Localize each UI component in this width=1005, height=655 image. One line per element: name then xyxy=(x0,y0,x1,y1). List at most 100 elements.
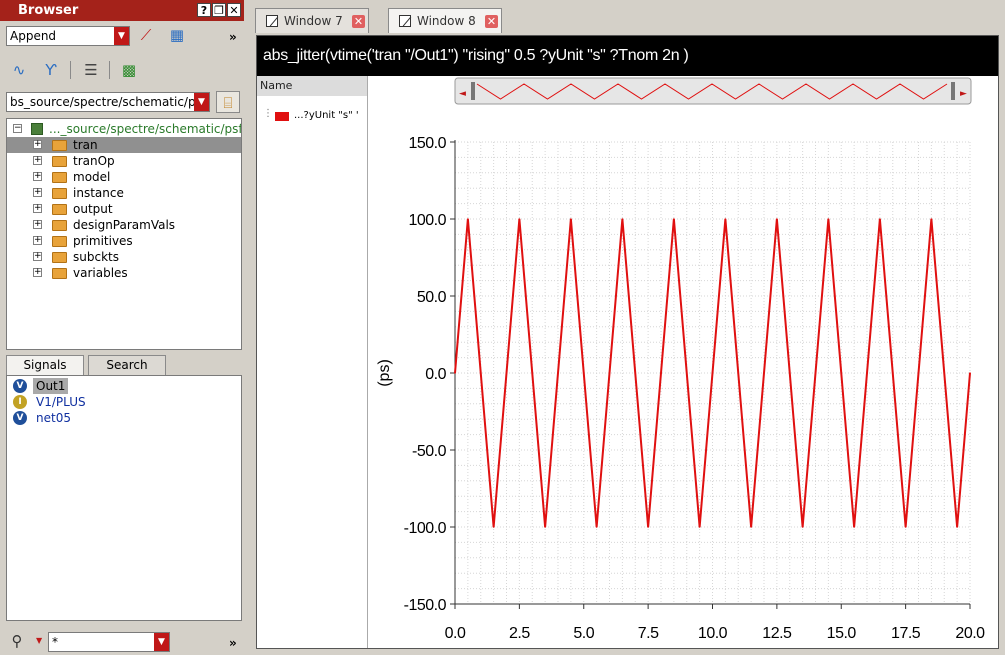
y-tick-label: 50.0 xyxy=(417,289,447,306)
expand-icon[interactable]: + xyxy=(33,268,42,277)
x-tick-label: 5.0 xyxy=(573,625,594,642)
tree-item-label: tranOp xyxy=(73,154,115,168)
close-tab-icon[interactable]: ✕ xyxy=(352,15,365,28)
browser-title: Browser xyxy=(18,3,79,18)
signal-label: V1/PLUS xyxy=(36,395,86,409)
chevron-down-icon[interactable]: ▼ xyxy=(114,27,129,45)
scroll-left-icon[interactable]: ◄ xyxy=(459,89,466,99)
multi-plot-icon[interactable]: ▦ xyxy=(166,24,188,46)
overview-strip[interactable] xyxy=(454,77,972,105)
tree-item-label: subckts xyxy=(73,250,119,264)
data-point xyxy=(570,218,572,220)
waveform-icon[interactable]: ∿ xyxy=(8,59,30,81)
data-point xyxy=(853,526,855,528)
browser-title-bar: Browser ? ❐ ✕ xyxy=(0,0,244,21)
legend-swatch xyxy=(275,112,289,121)
overview-handle-left[interactable] xyxy=(471,82,475,100)
y-tick-label: -150.0 xyxy=(404,597,447,614)
y-tick-label: 0.0 xyxy=(425,366,446,383)
chevron-down-icon[interactable]: ▼ xyxy=(36,636,42,645)
signal-tabs: Signals Search xyxy=(6,355,242,375)
window-icon xyxy=(399,15,411,27)
voltage-icon: V xyxy=(13,379,27,393)
plot-icon[interactable]: ⟋ xyxy=(135,24,157,46)
list-icon[interactable]: ☰ xyxy=(80,59,102,81)
signal-label: net05 xyxy=(36,411,71,425)
signal-item[interactable]: Vnet05 xyxy=(9,410,239,426)
data-point xyxy=(827,218,830,220)
tree-item-label: designParamVals xyxy=(73,218,176,232)
data-point xyxy=(956,526,958,528)
expand-icon[interactable]: + xyxy=(33,156,42,165)
browser-toolbar-1: Append ▼ ⟋ ▦ » xyxy=(0,22,244,50)
tree-item-tran[interactable]: + tran xyxy=(7,137,241,153)
folder-icon xyxy=(52,188,67,199)
x-tick-label: 17.5 xyxy=(891,625,921,642)
window-icon xyxy=(266,15,278,27)
tree-item-tranop[interactable]: + tranOp xyxy=(7,153,241,169)
results-path-select[interactable]: bs_source/spectre/schematic/psf ▼ xyxy=(6,92,210,112)
open-folder-icon[interactable]: ⌸ xyxy=(216,91,240,113)
axis-icon[interactable]: Ƴ xyxy=(40,59,62,81)
expression-title: abs_jitter(vtime('tran "/Out1") "rising"… xyxy=(257,36,998,76)
data-point xyxy=(647,526,649,528)
chevron-down-icon[interactable]: ▼ xyxy=(194,93,209,111)
folder-icon xyxy=(52,252,67,263)
restore-icon[interactable]: ❐ xyxy=(212,3,226,17)
close-tab-icon[interactable]: ✕ xyxy=(485,15,498,28)
grid-select-icon[interactable]: ▩ xyxy=(118,59,140,81)
chevron-down-icon[interactable]: ▼ xyxy=(154,633,169,651)
close-icon[interactable]: ✕ xyxy=(227,3,241,17)
expand-icon[interactable]: + xyxy=(33,220,42,229)
data-point xyxy=(801,526,804,528)
y-tick-label: 150.0 xyxy=(408,135,446,152)
x-tick-label: 12.5 xyxy=(762,625,792,642)
x-tick-label: 7.5 xyxy=(638,625,659,642)
tree-item-output[interactable]: + output xyxy=(7,201,241,217)
data-point xyxy=(930,218,933,220)
x-tick-label: 20.0 xyxy=(955,625,985,642)
filter-input-value: * xyxy=(52,635,58,649)
expand-icon[interactable]: + xyxy=(33,172,42,181)
tree-item-subckts[interactable]: + subckts xyxy=(7,249,241,265)
voltage-icon: V xyxy=(13,411,27,425)
tab-search[interactable]: Search xyxy=(88,355,166,375)
overflow-chevron-icon[interactable]: » xyxy=(229,30,237,44)
tab-window-7[interactable]: Window 7 ✕ xyxy=(255,8,369,33)
expand-icon[interactable]: + xyxy=(33,140,42,149)
tab-signals[interactable]: Signals xyxy=(6,355,84,375)
expand-icon[interactable]: + xyxy=(33,236,42,245)
expand-icon[interactable]: + xyxy=(33,188,42,197)
tree-root-row[interactable]: − ..._source/spectre/schematic/psf xyxy=(7,121,241,137)
tree-item-variables[interactable]: + variables xyxy=(7,265,241,281)
help-icon[interactable]: ? xyxy=(197,3,211,17)
tree-item-model[interactable]: + model xyxy=(7,169,241,185)
tree-item-instance[interactable]: + instance xyxy=(7,185,241,201)
toolbar-divider xyxy=(109,61,110,79)
mode-select[interactable]: Append ▼ xyxy=(6,26,130,46)
tree-item-designparamvals[interactable]: + designParamVals xyxy=(7,217,241,233)
tree-item-primitives[interactable]: + primitives xyxy=(7,233,241,249)
overview-handle-right[interactable] xyxy=(951,82,955,100)
legend-header: Name xyxy=(257,76,367,96)
data-point xyxy=(698,526,701,528)
search-icon[interactable]: ⚲ xyxy=(6,630,28,652)
signal-item[interactable]: V Out1 xyxy=(9,378,239,394)
tree-item-label: variables xyxy=(73,266,128,280)
folder-icon xyxy=(52,268,67,279)
signal-item[interactable]: I V1/PLUS xyxy=(9,394,239,410)
expand-icon[interactable]: + xyxy=(33,252,42,261)
mode-select-value: Append xyxy=(10,29,57,43)
folder-icon xyxy=(52,172,67,183)
scroll-right-icon[interactable]: ► xyxy=(960,89,967,99)
overflow-chevron-icon[interactable]: » xyxy=(229,636,237,650)
collapse-icon[interactable]: − xyxy=(13,124,22,133)
chart[interactable]: ◄ ► 150.0 100.0 50.0 0.0 -50.0 -100.0 -150.0 0.0 2… xyxy=(369,76,999,648)
data-point xyxy=(673,218,675,220)
database-icon xyxy=(31,123,43,135)
y-tick-label: -50.0 xyxy=(412,443,447,460)
filter-input[interactable]: * ▼ xyxy=(48,632,170,652)
tab-window-8[interactable]: Window 8 ✕ xyxy=(388,8,502,33)
signal-label: Out1 xyxy=(33,378,69,394)
expand-icon[interactable]: + xyxy=(33,204,42,213)
